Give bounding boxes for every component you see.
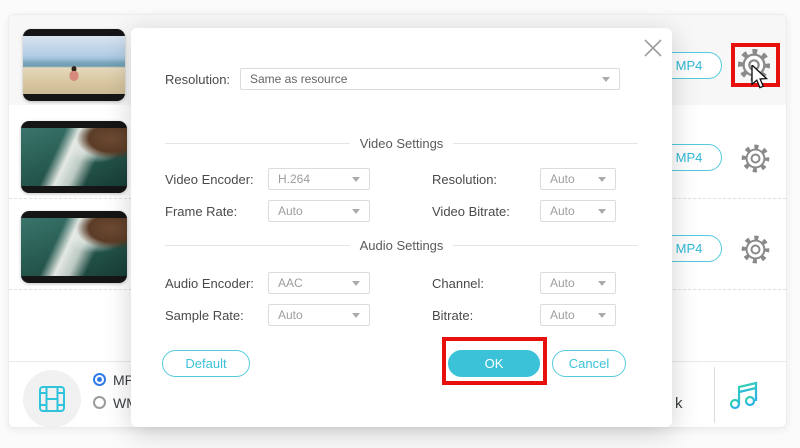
bitrate-label: Bitrate:: [432, 308, 540, 323]
music-note-icon[interactable]: [725, 375, 765, 415]
output-format-button[interactable]: [23, 370, 81, 428]
channel-label: Channel:: [432, 276, 540, 291]
channel-select[interactable]: Auto: [540, 272, 616, 294]
chevron-down-icon: [598, 177, 606, 182]
resolution-label: Resolution:: [165, 72, 240, 87]
default-button[interactable]: Default: [162, 350, 250, 377]
person-on-beach: [70, 66, 79, 81]
video-bitrate-label: Video Bitrate:: [432, 204, 540, 219]
video-bitrate-select[interactable]: Auto: [540, 200, 616, 222]
chevron-down-icon: [352, 177, 360, 182]
chevron-down-icon: [352, 313, 360, 318]
resolution2-value: Auto: [550, 172, 575, 186]
resolution2-label: Resolution:: [432, 172, 540, 187]
chevron-down-icon: [602, 77, 610, 82]
cancel-button[interactable]: Cancel: [552, 350, 626, 377]
video-bitrate-value: Auto: [550, 204, 575, 218]
chevron-down-icon: [598, 313, 606, 318]
truncated-status-text: k: [675, 395, 683, 412]
frame-rate-value: Auto: [278, 204, 303, 218]
video-settings-title: Video Settings: [350, 136, 454, 151]
video-thumbnail-beach[interactable]: [23, 29, 125, 101]
video-thumbnail-waves[interactable]: [21, 121, 127, 193]
resolution-value: Same as resource: [250, 72, 347, 86]
sample-rate-value: Auto: [278, 308, 303, 322]
waves-scene-image: [21, 218, 127, 276]
chevron-down-icon: [352, 281, 360, 286]
audio-encoder-label: Audio Encoder:: [165, 276, 268, 291]
audio-settings-title: Audio Settings: [350, 238, 454, 253]
bitrate-select[interactable]: Auto: [540, 304, 616, 326]
annotation-box-ok: [442, 337, 547, 385]
chevron-down-icon: [598, 209, 606, 214]
frame-rate-select[interactable]: Auto: [268, 200, 370, 222]
toolbar-divider: [714, 367, 715, 423]
gear-icon[interactable]: [740, 143, 771, 174]
video-thumbnail-waves[interactable]: [21, 211, 127, 283]
bitrate-value: Auto: [550, 308, 575, 322]
close-icon[interactable]: [641, 36, 665, 60]
film-strip-icon: [35, 382, 69, 416]
resolution-select[interactable]: Same as resource: [240, 68, 620, 90]
video-encoder-value: H.264: [278, 172, 310, 186]
audio-encoder-value: AAC: [278, 276, 303, 290]
frame-rate-label: Frame Rate:: [165, 204, 268, 219]
chevron-down-icon: [352, 209, 360, 214]
resolution2-select[interactable]: Auto: [540, 168, 616, 190]
gear-icon[interactable]: [740, 234, 771, 265]
radio-selected-icon[interactable]: [93, 373, 106, 386]
sample-rate-select[interactable]: Auto: [268, 304, 370, 326]
radio-unselected-icon[interactable]: [93, 396, 106, 409]
audio-encoder-select[interactable]: AAC: [268, 272, 370, 294]
video-settings-header: Video Settings: [165, 136, 638, 151]
beach-scene-image: [23, 36, 125, 94]
waves-scene-image: [21, 128, 127, 186]
sample-rate-label: Sample Rate:: [165, 308, 268, 323]
audio-settings-header: Audio Settings: [165, 238, 638, 253]
video-encoder-select[interactable]: H.264: [268, 168, 370, 190]
profile-settings-dialog: Resolution: Same as resource Video Setti…: [131, 28, 672, 427]
channel-value: Auto: [550, 276, 575, 290]
mouse-cursor-icon: [749, 65, 771, 89]
chevron-down-icon: [598, 281, 606, 286]
video-encoder-label: Video Encoder:: [165, 172, 268, 187]
